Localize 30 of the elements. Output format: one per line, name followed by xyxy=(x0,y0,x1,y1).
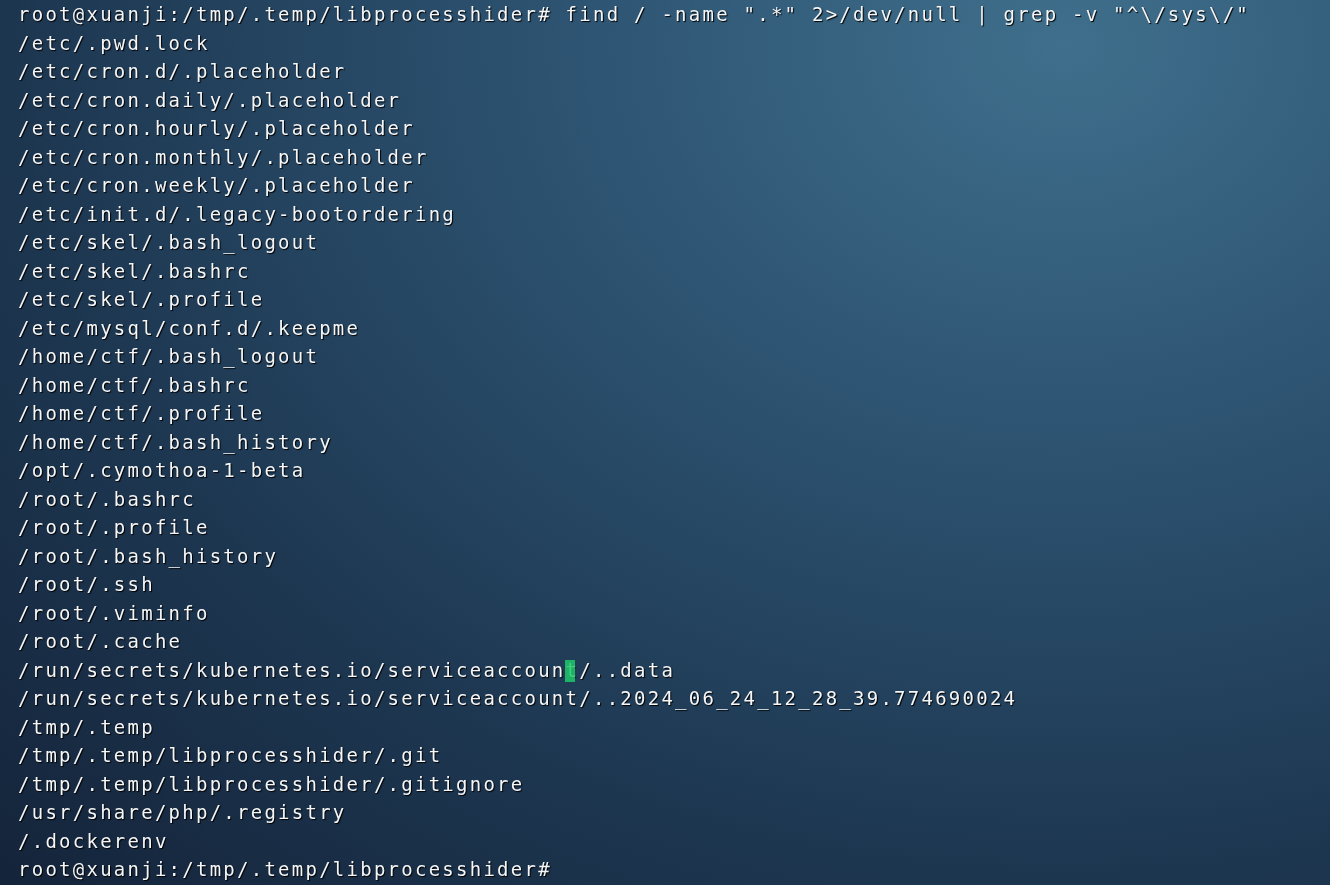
terminal-line: /etc/.pwd.lock xyxy=(18,30,210,56)
terminal-line: /etc/cron.hourly/.placeholder xyxy=(18,116,415,141)
terminal-line: /tmp/.temp/libprocesshider/.git xyxy=(18,743,443,768)
terminal-line: /root/.ssh xyxy=(18,572,155,597)
terminal-line: root@xuanji:/tmp/.temp/libprocesshider# find / -name ".*" 2>/dev/null | grep -v "^\/sys\/" xyxy=(18,2,1250,28)
terminal-line: /etc/skel/.bash_logout xyxy=(18,230,320,256)
terminal-line: root@xuanji:/tmp/.temp/libprocesshider# xyxy=(18,857,552,882)
terminal-line: /etc/cron.weekly/.placeholder xyxy=(18,173,415,198)
terminal-line: /home/ctf/.bash_logout xyxy=(18,344,320,370)
terminal-line: /tmp/.temp xyxy=(18,714,155,740)
terminal-line: /home/ctf/.bash_history xyxy=(18,429,333,456)
terminal-line: /run/secrets/kubernetes.io/serviceaccount/..2024_06_24_12_28_39.774690024 xyxy=(18,686,1018,712)
terminal-line: /home/ctf/.profile xyxy=(18,401,265,426)
terminal-line: /root/.viminfo xyxy=(18,600,210,626)
terminal-line: /etc/skel/.profile xyxy=(18,287,265,312)
terminal-line: /root/.bashrc xyxy=(18,486,196,512)
terminal-line: /root/.cache xyxy=(18,629,183,654)
terminal-line: /etc/cron.d/.placeholder xyxy=(18,59,347,84)
terminal-line: /etc/cron.monthly/.placeholder xyxy=(18,144,429,170)
terminal-line: /etc/skel/.bashrc xyxy=(18,258,251,284)
terminal-line: /opt/.cymothoa-1-beta xyxy=(18,458,306,483)
terminal-line: /home/ctf/.bashrc xyxy=(18,372,251,398)
terminal-line: /usr/share/php/.registry xyxy=(18,800,347,825)
terminal-line: /root/.profile xyxy=(18,515,210,540)
terminal-line: /etc/cron.daily/.placeholder xyxy=(18,87,402,113)
terminal-line: /etc/init.d/.legacy-bootordering xyxy=(18,201,457,227)
terminal-line: /tmp/.temp/libprocesshider/.gitignore xyxy=(18,771,525,797)
terminal-line: /.dockerenv xyxy=(18,828,169,854)
terminal-line: /root/.bash_history xyxy=(18,543,279,570)
terminal-line: /etc/mysql/conf.d/.keepme xyxy=(18,315,361,341)
